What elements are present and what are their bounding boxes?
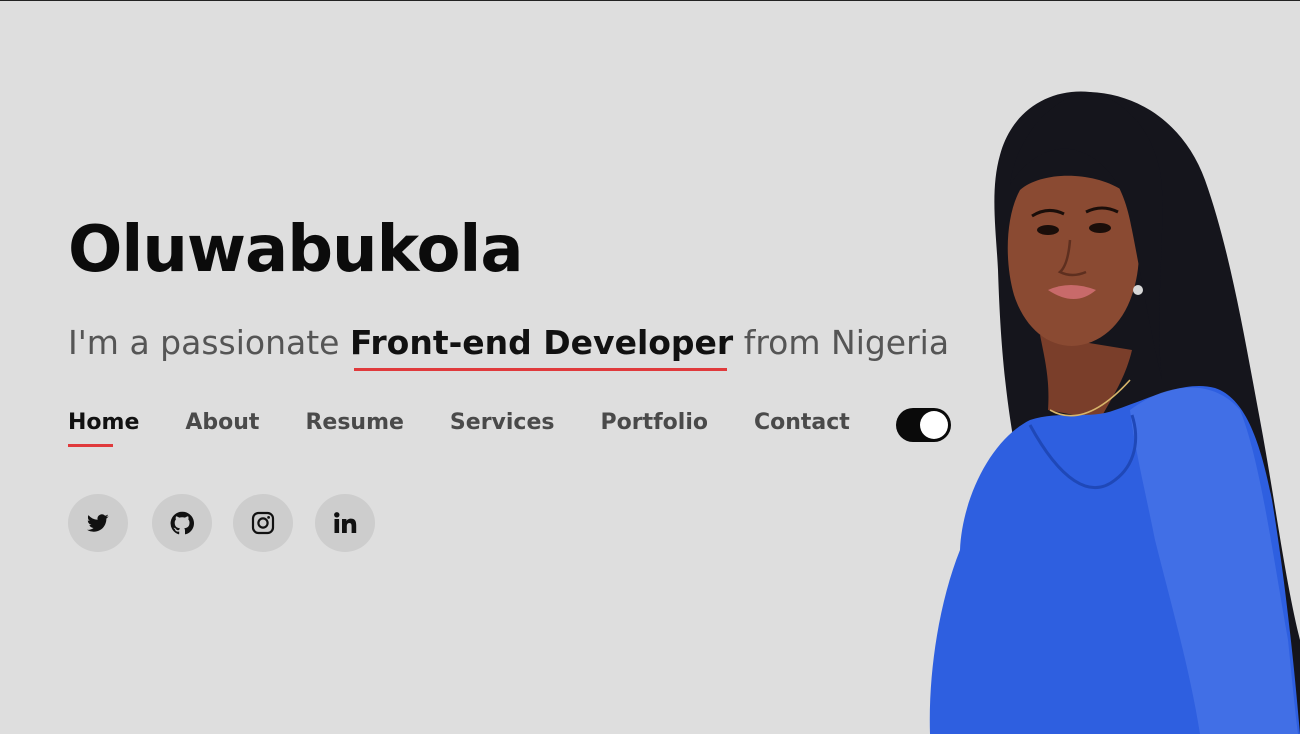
github-button[interactable] <box>152 494 212 552</box>
tagline-role: Front-end Developer <box>350 322 733 371</box>
nav-about[interactable]: About <box>185 410 259 447</box>
linkedin-icon <box>334 512 357 533</box>
nav-contact[interactable]: Contact <box>754 410 850 447</box>
profile-portrait <box>929 91 1300 734</box>
tagline-prefix: I'm a passionate <box>68 323 340 362</box>
top-border <box>0 0 1300 1</box>
instagram-icon <box>251 511 275 535</box>
hero-name: Oluwabukola <box>68 213 524 287</box>
nav-portfolio[interactable]: Portfolio <box>600 410 708 447</box>
github-icon <box>170 511 194 535</box>
hero-tagline: I'm a passionate Front-end Developer fro… <box>68 322 949 371</box>
twitter-icon <box>87 514 109 532</box>
nav-home[interactable]: Home <box>68 410 139 447</box>
linkedin-button[interactable] <box>315 494 375 552</box>
nav-resume[interactable]: Resume <box>305 410 403 447</box>
twitter-button[interactable] <box>68 494 128 552</box>
main-nav: Home About Resume Services Portfolio Con… <box>68 410 850 447</box>
instagram-button[interactable] <box>233 494 293 552</box>
nav-services[interactable]: Services <box>450 410 555 447</box>
